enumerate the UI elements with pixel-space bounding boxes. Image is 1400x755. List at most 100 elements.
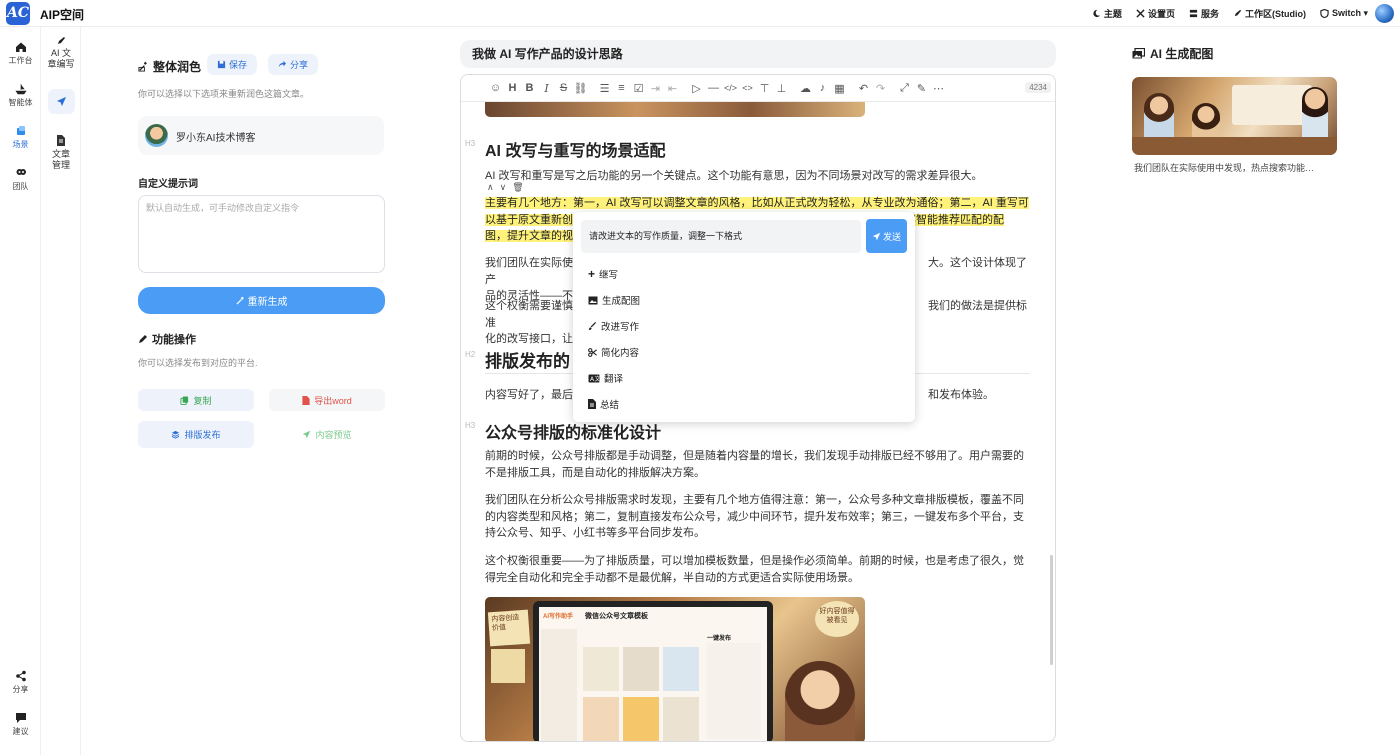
topnav-settings-label: 设置页 bbox=[1147, 9, 1175, 19]
rail2-item-ai-writing[interactable]: AI 文章编写 bbox=[41, 36, 81, 70]
topnav-studio[interactable]: 工作区(Studio) bbox=[1233, 7, 1306, 20]
article-title-input[interactable]: 我做 AI 写作产品的设计思路 bbox=[460, 40, 1056, 68]
monitor: AI写作助手 微信公众号文章模板 一键发布 bbox=[533, 601, 773, 741]
generated-image[interactable] bbox=[1132, 77, 1337, 155]
account-card[interactable]: 罗小东AI技术博客 bbox=[138, 116, 384, 155]
insert-before-icon[interactable]: ⊤ bbox=[756, 80, 773, 97]
move-up-icon[interactable]: ∧ bbox=[487, 182, 494, 193]
app-logo[interactable]: AC bbox=[6, 2, 30, 25]
magic-icon bbox=[138, 61, 147, 72]
table-icon[interactable]: ▦ bbox=[831, 80, 848, 97]
ordered-list-icon[interactable]: ≡ bbox=[613, 80, 630, 97]
section-heading-wechat: 公众号排版的标准化设计 bbox=[485, 425, 662, 442]
article-illustration: 内容创造价值 AI写作助手 微信公众号文章模板 一键发布 好内容值得被看见 bbox=[485, 597, 865, 741]
move-down-icon[interactable]: ∨ bbox=[500, 182, 507, 193]
heading-icon[interactable]: H bbox=[504, 80, 521, 97]
quote-icon[interactable]: ▷ bbox=[688, 80, 705, 97]
rail-item-workbench[interactable]: 工作台 bbox=[0, 41, 41, 66]
template-card bbox=[663, 647, 699, 691]
microphone-icon[interactable]: ♪ bbox=[814, 80, 831, 97]
hr-icon[interactable]: — bbox=[705, 80, 722, 97]
bold-icon[interactable]: B bbox=[521, 80, 538, 97]
rail2-item-send[interactable] bbox=[41, 89, 81, 114]
topnav-settings[interactable]: 设置页 bbox=[1136, 7, 1175, 20]
image-whiteboard bbox=[1232, 85, 1312, 125]
send-button[interactable]: 发送 bbox=[866, 219, 907, 253]
editor-scrollbar[interactable] bbox=[1050, 555, 1053, 665]
send-icon bbox=[872, 232, 881, 240]
topnav-theme[interactable]: 主题 bbox=[1092, 7, 1122, 20]
publish-label: 排版发布 bbox=[184, 430, 221, 440]
top-bar: AC AIP空间 主题 设置页 服务 工作区(Studio) Switch ▾ bbox=[0, 0, 1400, 27]
insert-after-icon[interactable]: ⊥ bbox=[773, 80, 790, 97]
checkbox-icon[interactable]: ☑ bbox=[630, 80, 647, 97]
svg-text:文: 文 bbox=[595, 375, 601, 383]
polish-title: 整体润色 bbox=[153, 60, 202, 74]
fullscreen-icon[interactable]: ⤢ bbox=[896, 80, 913, 97]
ai-instruction-input[interactable]: 请改进文本的写作质量，调整一下格式 bbox=[581, 220, 861, 253]
topnav-switch[interactable]: Switch ▾ bbox=[1320, 8, 1368, 19]
code-block-icon[interactable]: </> bbox=[722, 80, 739, 97]
menu-item-label: 翻译 bbox=[604, 374, 624, 385]
send-icon-wrap bbox=[47, 89, 75, 114]
inline-code-icon[interactable]: <> bbox=[739, 80, 756, 97]
rail-item-label: 分享 bbox=[12, 685, 29, 694]
italic-icon[interactable]: I bbox=[538, 80, 555, 97]
monitor-screen: AI写作助手 微信公众号文章模板 一键发布 bbox=[539, 607, 767, 741]
copy-button[interactable]: 复制 bbox=[138, 389, 254, 411]
rail-item-scene[interactable]: 场景 bbox=[0, 125, 41, 150]
ship-icon bbox=[14, 84, 27, 95]
rail-item-agent[interactable]: 智能体 bbox=[0, 83, 41, 108]
team-icon bbox=[16, 169, 26, 175]
rail-item-team[interactable]: 团队 bbox=[0, 167, 41, 192]
paragraph: AI 改写和重写是写之后功能的另一个关键点。这个功能有意思，因为不同场景对改写的… bbox=[485, 170, 983, 182]
menu-item-continue[interactable]: + 继写 bbox=[588, 267, 618, 281]
menu-item-label: 生成配图 bbox=[602, 296, 641, 307]
link-icon[interactable]: ⛓ bbox=[572, 80, 589, 97]
regenerate-button[interactable]: 重新生成 bbox=[138, 287, 385, 314]
paragraph-fragment: 和发布体验。 bbox=[928, 389, 994, 401]
paragraph: 我们团队在分析公众号排版需求时发现，主要有几个地方值得注意：第一，公众号多种文章… bbox=[485, 494, 1024, 539]
word-count: 4234 bbox=[1025, 82, 1051, 93]
topnav-service[interactable]: 服务 bbox=[1189, 7, 1219, 20]
edit-mode-icon[interactable]: ✎ bbox=[913, 80, 930, 97]
highlight-line: 主要有几个地方：第一，AI 改写可以调整文章的风格，比如从正式改为轻松，从专业改… bbox=[485, 197, 1029, 209]
rail2-item-article-manage[interactable]: 文章管理 bbox=[41, 135, 81, 171]
bullet-list-icon[interactable]: ☰ bbox=[596, 80, 613, 97]
share-arrow-icon bbox=[278, 60, 287, 68]
rail-item-share[interactable]: 分享 bbox=[0, 670, 41, 695]
paragraph-fragment: 我们团队在实际使 bbox=[485, 257, 573, 269]
menu-item-label: 改进写作 bbox=[601, 322, 640, 333]
user-avatar[interactable] bbox=[1375, 4, 1394, 23]
ai-image-header: AI 生成配图 bbox=[1132, 45, 1213, 62]
emoji-icon[interactable]: ☺ bbox=[487, 80, 504, 97]
upload-icon[interactable]: ☁ bbox=[797, 80, 814, 97]
message-icon bbox=[15, 713, 26, 723]
template-card bbox=[623, 697, 659, 741]
menu-item-translate[interactable]: A文 翻译 bbox=[588, 371, 623, 385]
screen-template-title: 微信公众号文章模板 bbox=[585, 613, 648, 620]
redo-icon[interactable]: ↷ bbox=[872, 80, 889, 97]
menu-item-simplify[interactable]: 简化内容 bbox=[588, 345, 639, 359]
left-rail: 工作台 智能体 场景 团队 分享 建议 bbox=[0, 27, 41, 755]
more-icon[interactable]: ⋯ bbox=[930, 80, 947, 97]
outdent-icon[interactable]: ⇤ bbox=[664, 80, 681, 97]
menu-item-improve[interactable]: 改进写作 bbox=[588, 319, 639, 333]
export-word-button[interactable]: 导出word bbox=[269, 389, 385, 411]
share-button[interactable]: 分享 bbox=[268, 54, 318, 75]
delete-icon[interactable]: 🗑 bbox=[512, 182, 523, 193]
sticky-note-blank bbox=[491, 649, 525, 683]
menu-item-summary[interactable]: 总结 bbox=[588, 397, 619, 411]
menu-item-gen-image[interactable]: 生成配图 bbox=[588, 293, 640, 307]
publish-button[interactable]: 排版发布 bbox=[138, 421, 254, 448]
rail-item-feedback[interactable]: 建议 bbox=[0, 712, 41, 737]
preview-button[interactable]: 内容预览 bbox=[269, 421, 385, 448]
save-button[interactable]: 保存 bbox=[207, 54, 257, 75]
undo-icon[interactable]: ↶ bbox=[855, 80, 872, 97]
strikethrough-icon[interactable]: S bbox=[555, 80, 572, 97]
template-card bbox=[583, 647, 619, 691]
paragraph: 前期的时候，公众号排版都是手动调整，但是随着内容量的增长，我们发现手动排版已经不… bbox=[485, 450, 1024, 479]
prompt-textarea[interactable]: 默认自动生成，可手动修改自定义指令 bbox=[138, 195, 385, 273]
indent-icon[interactable]: ⇥ bbox=[647, 80, 664, 97]
polish-subtitle: 你可以选择以下选项来重新润色这篇文章。 bbox=[138, 89, 310, 99]
